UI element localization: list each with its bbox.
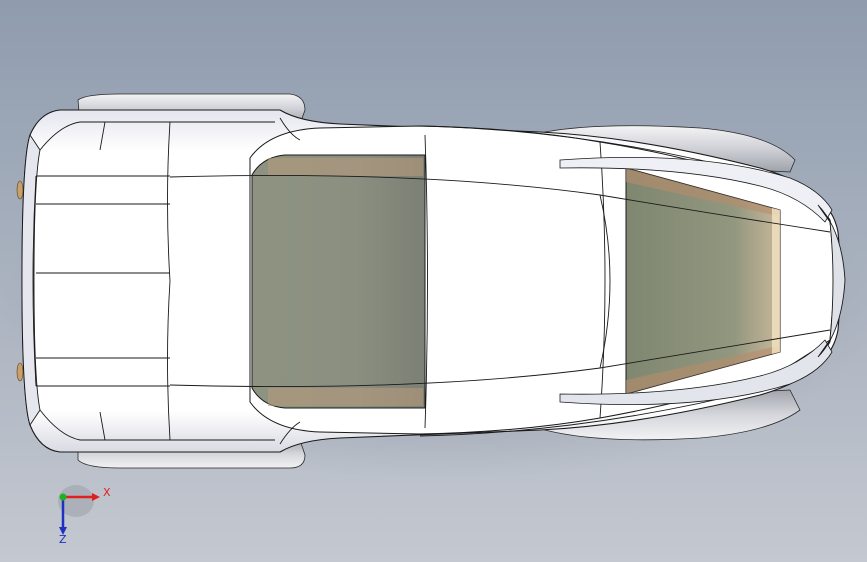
orientation-triad: X Z [58, 485, 111, 545]
3d-model-view[interactable] [0, 0, 867, 562]
rear-window-tint-bottom [268, 388, 423, 406]
graphics-viewport[interactable]: X Z [0, 0, 867, 562]
z-axis-label: Z [59, 533, 67, 545]
x-axis-label: X [103, 486, 111, 499]
rear-window-tint-top [268, 158, 423, 176]
tail-light-bottom [16, 362, 24, 382]
x-axis-arrow [92, 493, 100, 501]
tail-light-top [16, 180, 24, 200]
rear-window [251, 154, 426, 409]
y-axis-point [59, 493, 67, 501]
windshield-edge-highlight [772, 208, 780, 354]
